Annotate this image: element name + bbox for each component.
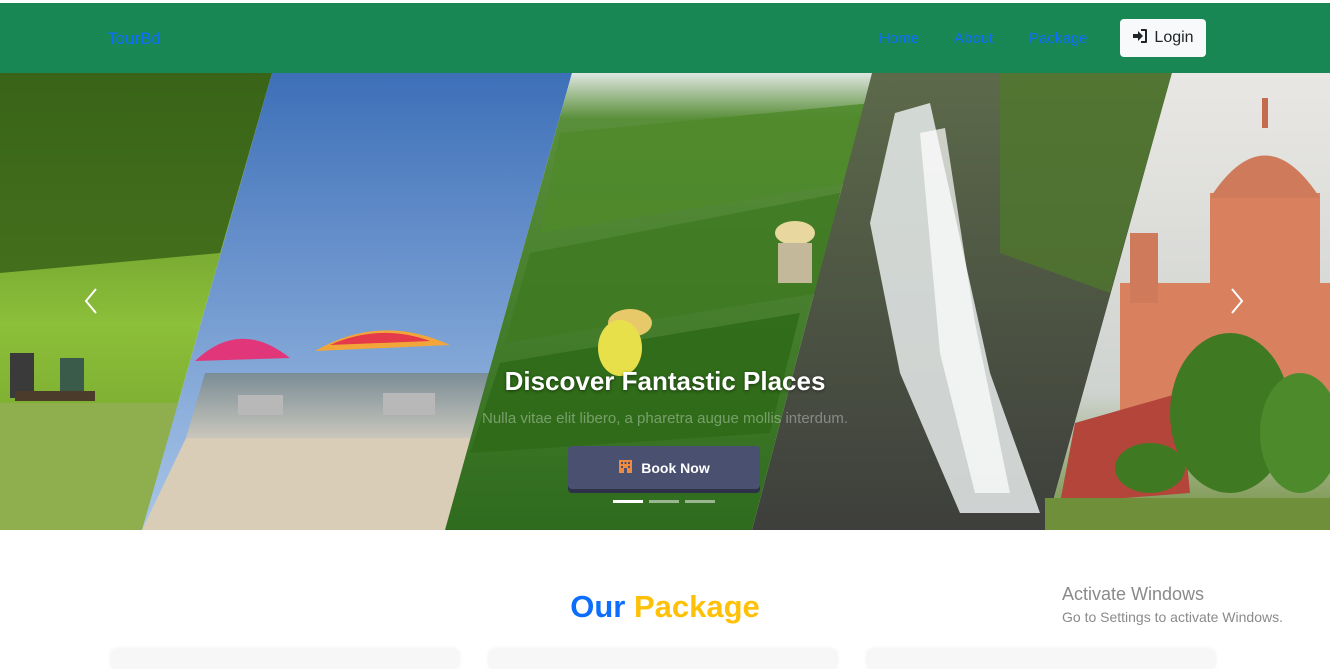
carousel-indicators (613, 500, 715, 503)
carousel-indicator-3[interactable] (685, 500, 715, 503)
watermark-line2: Go to Settings to activate Windows. (1062, 609, 1283, 625)
brand-link[interactable]: TourBd (107, 29, 161, 49)
nav-link-package[interactable]: Package (1029, 30, 1087, 47)
navbar: TourBd Home About Package Login (0, 3, 1330, 73)
carousel-indicator-1[interactable] (613, 500, 643, 503)
package-card-1 (111, 649, 459, 669)
package-card-2 (489, 649, 837, 669)
package-card-3 (867, 649, 1215, 669)
carousel-next[interactable] (1222, 283, 1252, 323)
login-button[interactable]: Login (1120, 19, 1206, 57)
chevron-right-icon (1230, 287, 1244, 320)
hero-carousel: Discover Fantastic Places Nulla vitae el… (0, 73, 1330, 530)
hero-title: Discover Fantastic Places (504, 366, 826, 396)
section-title-our: Our (570, 589, 626, 624)
windows-activation-watermark: Activate Windows Go to Settings to activ… (1062, 584, 1283, 625)
hotel-icon (618, 459, 633, 477)
login-label: Login (1154, 29, 1194, 46)
watermark-line1: Activate Windows (1062, 584, 1205, 604)
hero-subtitle: Nulla vitae elit libero, a pharetra augu… (481, 410, 849, 427)
nav-link-about[interactable]: About (954, 30, 993, 47)
carousel-indicator-2[interactable] (649, 500, 679, 503)
sign-in-icon (1132, 28, 1148, 49)
book-now-button[interactable]: Book Now (568, 446, 760, 489)
section-title-package: Package (633, 589, 760, 624)
chevron-left-icon (84, 287, 98, 320)
carousel-prev[interactable] (76, 283, 106, 323)
book-now-label: Book Now (641, 459, 710, 476)
nav-link-home[interactable]: Home (879, 30, 919, 47)
